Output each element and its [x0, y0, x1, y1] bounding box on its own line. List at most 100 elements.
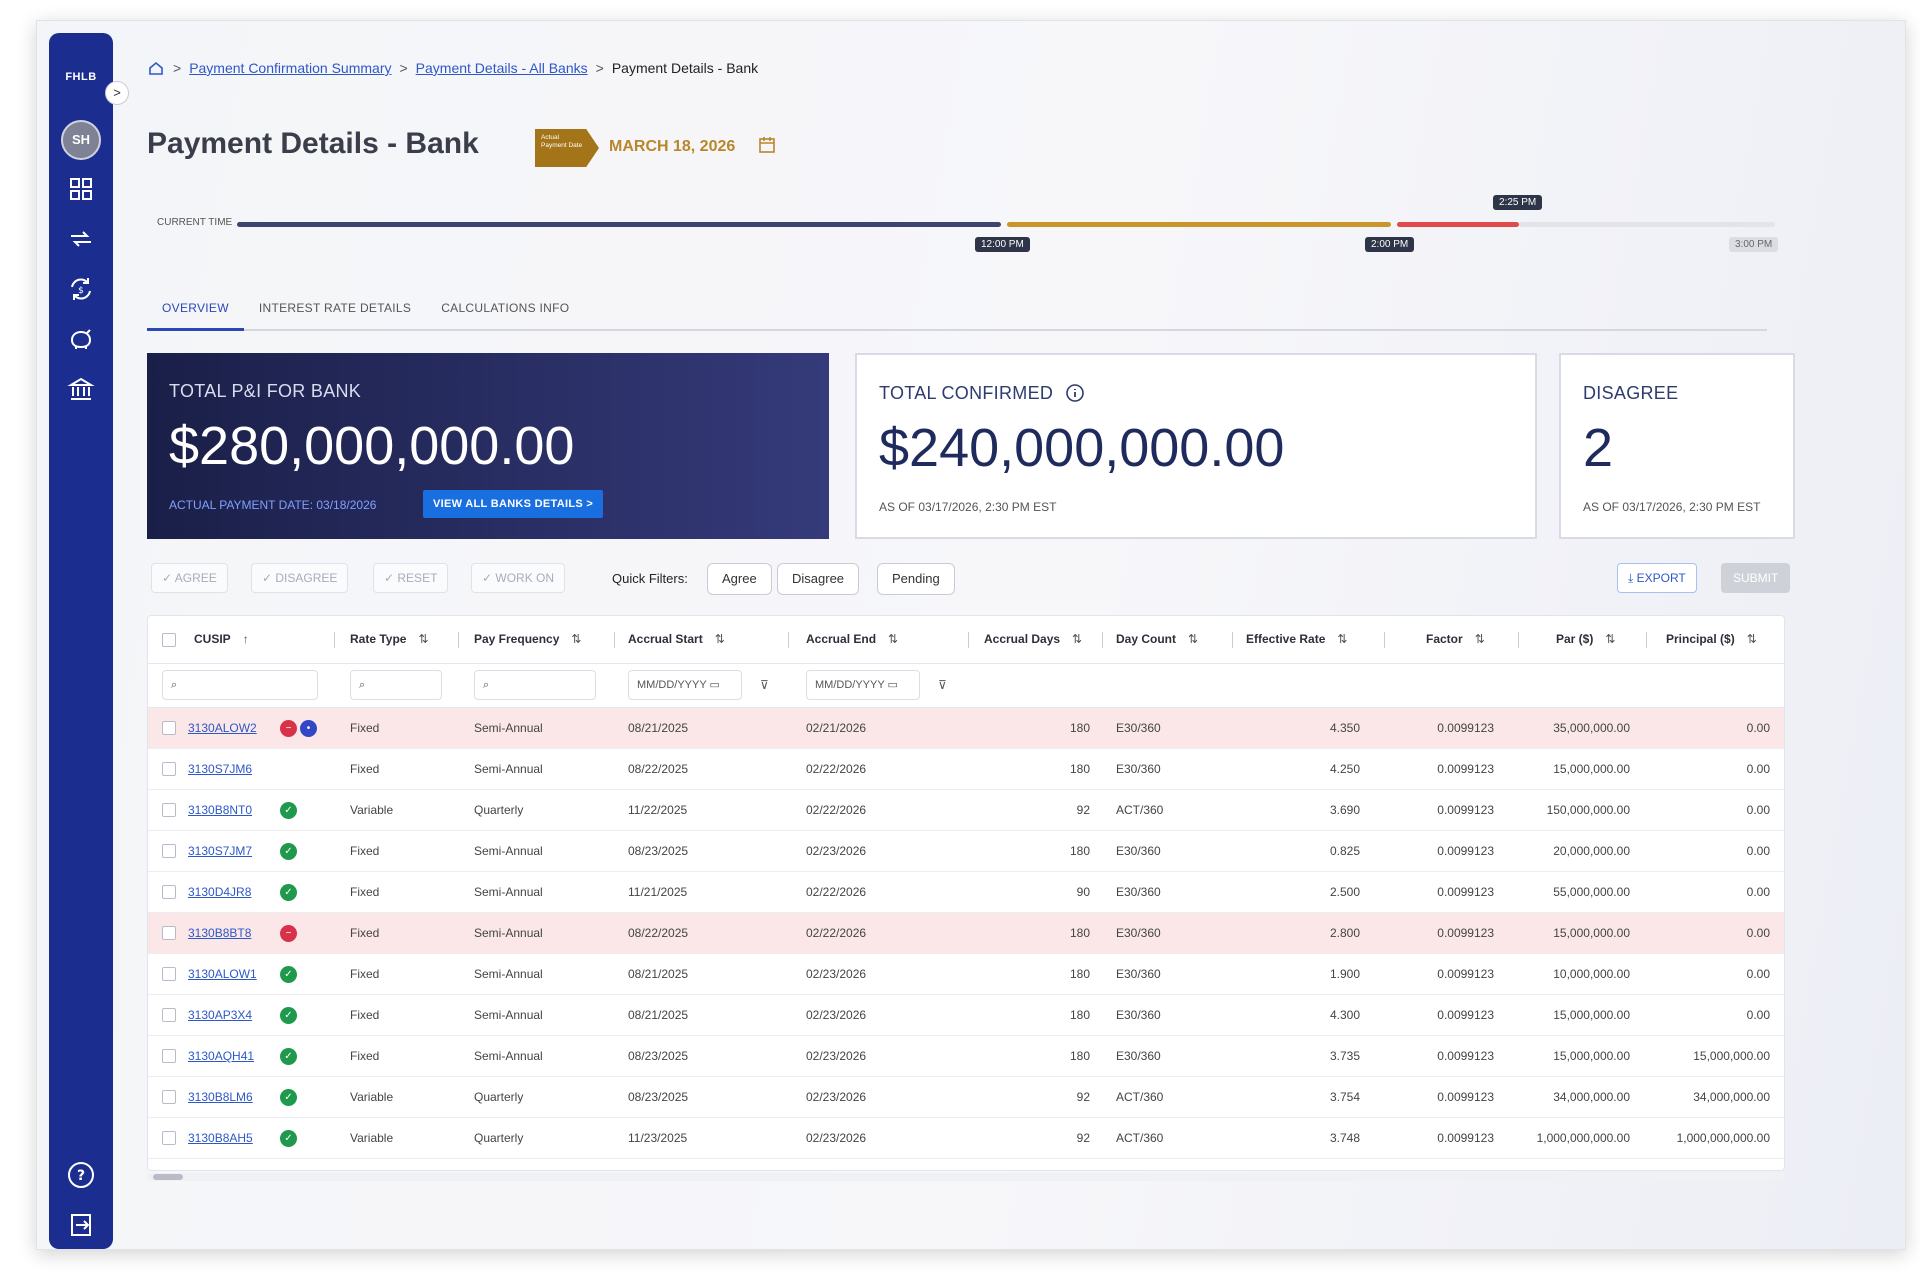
column-header-day-count[interactable]: Day Count ⇅ [1116, 632, 1198, 646]
calendar-icon[interactable]: ▭ [710, 679, 720, 691]
cusip-link[interactable]: 3130B8LM6 [188, 1090, 253, 1104]
logout-icon[interactable] [63, 1207, 99, 1243]
savings-icon[interactable] [63, 321, 99, 357]
help-icon[interactable]: ? [63, 1157, 99, 1193]
tab-interest-rate-details[interactable]: INTEREST RATE DETAILS [244, 285, 426, 329]
calendar-icon[interactable]: ▭ [888, 679, 898, 691]
filter-icon[interactable]: ⊽ [760, 678, 769, 692]
bank-icon[interactable] [63, 371, 99, 407]
avatar[interactable]: SH [61, 120, 101, 160]
column-divider[interactable] [334, 632, 335, 648]
rate-type-filter-input[interactable]: ⌕ [350, 670, 442, 700]
select-all-checkbox[interactable] [162, 633, 176, 647]
calendar-icon[interactable] [757, 135, 777, 155]
sort-icon[interactable]: ⇅ [1337, 632, 1347, 646]
sort-icon[interactable]: ⇅ [715, 632, 725, 646]
breadcrumb-link-summary[interactable]: Payment Confirmation Summary [189, 60, 391, 76]
column-divider[interactable] [1646, 632, 1647, 648]
accrual-end-date-input[interactable]: MM/DD/YYYY ▭ [806, 670, 920, 700]
column-header-factor[interactable]: Factor ⇅ [1426, 632, 1485, 646]
sort-icon[interactable]: ⇅ [418, 632, 428, 646]
column-header-effective-rate[interactable]: Effective Rate ⇅ [1246, 632, 1347, 646]
row-checkbox[interactable] [162, 967, 176, 981]
transfer-icon[interactable] [63, 221, 99, 257]
dashboard-icon[interactable] [63, 171, 99, 207]
sort-icon[interactable]: ⇅ [1072, 632, 1082, 646]
sort-asc-icon[interactable]: ↑ [243, 632, 249, 646]
sort-icon[interactable]: ⇅ [571, 632, 581, 646]
home-icon[interactable] [147, 59, 165, 77]
table-row[interactable]: 3130AP3X4 ✓ Fixed Semi-Annual 08/21/2025 02/2… [148, 995, 1784, 1036]
column-divider[interactable] [1102, 632, 1103, 648]
disagree-button[interactable]: ✓ DISAGREE [251, 563, 349, 593]
sort-icon[interactable]: ⇅ [1188, 632, 1198, 646]
agree-button[interactable]: ✓ AGREE [151, 563, 228, 593]
cusip-link[interactable]: 3130AQH41 [188, 1049, 254, 1063]
column-divider[interactable] [614, 632, 615, 648]
row-checkbox[interactable] [162, 926, 176, 940]
cusip-link[interactable]: 3130AP3X4 [188, 1008, 252, 1022]
info-icon[interactable] [1065, 383, 1085, 403]
table-row[interactable]: 3130B8NT0 ✓ Variable Quarterly 11/22/2025 02/… [148, 790, 1784, 831]
accrual-start-date-input[interactable]: MM/DD/YYYY ▭ [628, 670, 742, 700]
sidebar-toggle-button[interactable]: > [105, 81, 129, 105]
tab-overview[interactable]: OVERVIEW [147, 285, 244, 331]
column-header-principal[interactable]: Principal ($) ⇅ [1666, 632, 1757, 646]
column-header-cusip[interactable]: CUSIP ↑ [194, 632, 249, 646]
cusip-link[interactable]: 3130ALOW1 [188, 967, 257, 981]
row-checkbox[interactable] [162, 762, 176, 776]
work-on-button[interactable]: ✓ WORK ON [471, 563, 566, 593]
cusip-link[interactable]: 3130ALOW2 [188, 721, 257, 735]
sort-icon[interactable]: ⇅ [1605, 632, 1615, 646]
quick-filter-agree[interactable]: Agree [707, 563, 772, 595]
cusip-filter-input[interactable]: ⌕ [162, 670, 318, 700]
row-checkbox[interactable] [162, 1090, 176, 1104]
cusip-link[interactable]: 3130S7JM6 [188, 762, 252, 776]
quick-filter-pending[interactable]: Pending [877, 563, 955, 595]
row-checkbox[interactable] [162, 1049, 176, 1063]
row-checkbox[interactable] [162, 1008, 176, 1022]
table-row[interactable]: 3130ALOW2 − • Fixed Semi-Annual 08/21/2025 02/… [148, 708, 1784, 749]
reset-button[interactable]: ✓ RESET [373, 563, 449, 593]
column-divider[interactable] [968, 632, 969, 648]
row-checkbox[interactable] [162, 1131, 176, 1145]
export-button[interactable]: ⤓ EXPORT [1617, 563, 1697, 593]
row-checkbox[interactable] [162, 721, 176, 735]
column-divider[interactable] [1384, 632, 1385, 648]
column-divider[interactable] [1518, 632, 1519, 648]
column-header-accrual-end[interactable]: Accrual End ⇅ [806, 632, 898, 646]
table-row[interactable]: 3130S7JM6 Fixed Semi-Annual 08/22/2025 02/22… [148, 749, 1784, 790]
sort-icon[interactable]: ⇅ [888, 632, 898, 646]
table-row[interactable]: 3130S7JM7 ✓ Fixed Semi-Annual 08/23/2025 02/2… [148, 831, 1784, 872]
tab-calculations-info[interactable]: CALCULATIONS INFO [426, 285, 584, 329]
column-header-par[interactable]: Par ($) ⇅ [1556, 632, 1615, 646]
column-header-accrual-days[interactable]: Accrual Days ⇅ [984, 632, 1082, 646]
table-row[interactable]: 3130AQH41 ✓ Fixed Semi-Annual 08/23/2025 02/2… [148, 1036, 1784, 1077]
view-all-banks-button[interactable]: VIEW ALL BANKS DETAILS > [423, 490, 604, 518]
submit-button[interactable]: SUBMIT [1721, 563, 1791, 593]
horizontal-scrollbar[interactable] [147, 1173, 1785, 1181]
row-checkbox[interactable] [162, 844, 176, 858]
filter-icon[interactable]: ⊽ [938, 678, 947, 692]
cusip-link[interactable]: 3130D4JR8 [188, 885, 251, 899]
table-row[interactable]: 3130ALOW1 ✓ Fixed Semi-Annual 08/21/2025 02/2… [148, 954, 1784, 995]
table-row[interactable]: 3130B8AH5 ✓ Variable Quarterly 11/23/2025 02/… [148, 1118, 1784, 1159]
pay-frequency-filter-input[interactable]: ⌕ [474, 670, 596, 700]
table-row[interactable]: 3130B8BT8 − Fixed Semi-Annual 08/22/2025 02/2… [148, 913, 1784, 954]
cusip-link[interactable]: 3130B8NT0 [188, 803, 252, 817]
column-header-rate-type[interactable]: Rate Type ⇅ [350, 632, 429, 646]
cusip-link[interactable]: 3130S7JM7 [188, 844, 252, 858]
column-header-pay-frequency[interactable]: Pay Frequency ⇅ [474, 632, 581, 646]
cusip-link[interactable]: 3130B8AH5 [188, 1131, 253, 1145]
sync-icon[interactable]: $ [63, 271, 99, 307]
sort-icon[interactable]: ⇅ [1475, 632, 1485, 646]
row-checkbox[interactable] [162, 803, 176, 817]
sort-icon[interactable]: ⇅ [1747, 632, 1757, 646]
row-checkbox[interactable] [162, 885, 176, 899]
column-header-accrual-start[interactable]: Accrual Start ⇅ [628, 632, 725, 646]
column-divider[interactable] [458, 632, 459, 648]
column-divider[interactable] [788, 632, 789, 648]
column-divider[interactable] [1232, 632, 1233, 648]
cusip-link[interactable]: 3130B8BT8 [188, 926, 251, 940]
table-row[interactable]: 3130D4JR8 ✓ Fixed Semi-Annual 11/21/2025 02/2… [148, 872, 1784, 913]
